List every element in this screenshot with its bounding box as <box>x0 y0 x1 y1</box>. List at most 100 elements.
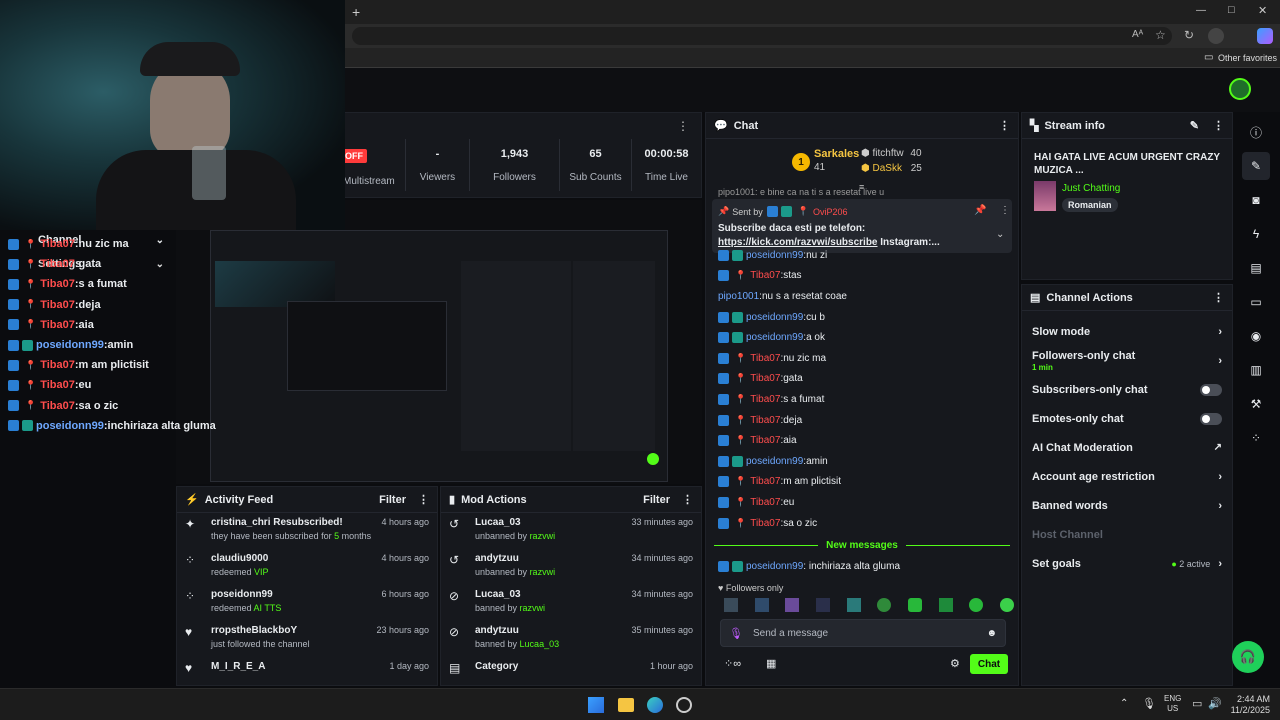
document-icon[interactable]: ▤ <box>1242 254 1270 282</box>
stream-info-more-icon[interactable]: ⋮ <box>1213 119 1224 132</box>
emote-4[interactable] <box>815 598 830 612</box>
emote-1[interactable] <box>724 598 738 612</box>
chat-username[interactable]: poseidonn99 <box>746 312 803 323</box>
network-icon[interactable]: ▭ <box>1192 697 1202 710</box>
mod-action-by[interactable]: Lucaa_03 <box>520 639 560 649</box>
mod-more-icon[interactable]: ⋮ <box>682 493 693 506</box>
channel-action-row[interactable]: Account age restriction › <box>1022 462 1232 491</box>
chat-username[interactable]: poseidonn99 <box>746 332 803 343</box>
activity-item[interactable]: ♥ rropstheBlackboY just followed the chann… <box>177 621 437 657</box>
activity-username[interactable]: rropstheBlackboY <box>211 625 297 636</box>
channel-action-row[interactable]: Subscribers-only chat <box>1022 375 1232 404</box>
chat-more-icon[interactable]: ⋮ <box>999 119 1010 132</box>
activity-username[interactable]: claudiu9000 <box>211 553 268 564</box>
emote-10[interactable] <box>999 598 1014 612</box>
tray-chevron-icon[interactable]: ⌃ <box>1120 698 1128 709</box>
camera-icon[interactable]: ◙ <box>1242 186 1270 214</box>
chat-username[interactable]: Tiba07 <box>750 435 780 446</box>
mod-action-item[interactable]: ⊘ andytzuu banned by Lucaa_03 35 minutes ag… <box>441 621 701 657</box>
activity-filter-button[interactable]: Filter <box>379 494 406 506</box>
chat-username[interactable]: pipo1001 <box>718 291 759 302</box>
category-name[interactable]: Just Chatting <box>1062 183 1120 194</box>
chat-username[interactable]: Tiba07 <box>750 497 780 508</box>
chat-username[interactable]: poseidonn99 <box>746 250 803 261</box>
chat-username[interactable]: Tiba07 <box>750 270 780 281</box>
mod-action-target[interactable]: andytzuu <box>475 553 631 564</box>
category-thumbnail[interactable] <box>1034 181 1056 211</box>
emoji-icon[interactable]: ☻ <box>986 628 997 639</box>
refresh-icon[interactable]: ↻ <box>1184 28 1194 42</box>
language-indicator[interactable]: ENG US <box>1164 694 1181 714</box>
channel-actions-more-icon[interactable]: ⋮ <box>1213 291 1224 304</box>
emote-9[interactable] <box>969 598 984 612</box>
clock[interactable]: 2:44 AM 11/2/2025 <box>1226 694 1270 716</box>
activity-item[interactable]: ✦ cristina_chri Resubscribed! they have be… <box>177 513 437 549</box>
emote-5[interactable] <box>846 598 861 612</box>
favorite-star-icon[interactable]: ☆ <box>1155 28 1166 42</box>
windows-start-icon[interactable] <box>588 697 604 713</box>
chat-username[interactable]: Tiba07 <box>750 353 780 364</box>
activity-more-icon[interactable]: ⋮ <box>418 493 429 506</box>
mod-action-by[interactable]: razvwi <box>530 531 556 541</box>
activity-username[interactable]: poseidonn99 <box>211 589 273 600</box>
read-aloud-icon[interactable]: Aᴬ <box>1132 29 1143 40</box>
kicks-icon[interactable]: ⁘∞ <box>724 657 741 670</box>
emote-3[interactable] <box>785 598 800 612</box>
mic-icon[interactable]: 🎙 <box>729 627 743 640</box>
new-messages-divider[interactable]: New messages <box>714 539 1010 551</box>
mod-action-target[interactable]: Lucaa_03 <box>475 589 631 600</box>
volume-icon[interactable]: 🔊 <box>1208 697 1222 710</box>
chevron-down-icon[interactable]: ⌄ <box>996 229 1004 240</box>
chat-username[interactable]: Tiba07 <box>750 394 780 405</box>
mod-action-target[interactable]: andytzuu <box>475 625 631 636</box>
file-explorer-icon[interactable] <box>618 698 634 712</box>
obs-icon[interactable] <box>676 697 692 713</box>
chat-username[interactable]: poseidonn99 <box>746 456 803 467</box>
mod-action-item[interactable]: ↺ Lucaa_03 unbanned by razvwi 33 minutes ag… <box>441 513 701 549</box>
gift-icon[interactable]: ▦ <box>766 657 776 670</box>
edit-pencil-icon[interactable]: ✎ <box>1190 119 1199 132</box>
copilot-icon[interactable] <box>1257 28 1273 44</box>
lightning-icon[interactable]: ϟ <box>1242 220 1270 248</box>
channel-action-row[interactable]: Set goals ● 2 active › <box>1022 549 1232 578</box>
chat-send-button[interactable]: Chat <box>970 654 1008 674</box>
wrench-icon[interactable]: ⚒ <box>1242 390 1270 418</box>
activity-item[interactable]: ♥ M_I_R_E_A 1 day ago <box>177 657 437 685</box>
apps-icon[interactable]: ⁘ <box>1242 424 1270 452</box>
chat-icon[interactable]: ▭ <box>1242 288 1270 316</box>
mod-action-target[interactable]: Category <box>475 661 650 672</box>
channel-action-row[interactable]: Banned words › <box>1022 491 1232 520</box>
chat-username[interactable]: Tiba07 <box>750 415 780 426</box>
pencil-icon[interactable]: ✎ <box>1242 152 1270 180</box>
activity-item[interactable]: ⁘ claudiu9000 redeemed VIP 4 hours ago <box>177 549 437 585</box>
pinned-more-icon[interactable]: ⋮ <box>1000 205 1010 216</box>
channel-action-row[interactable]: Emotes-only chat <box>1022 404 1232 433</box>
emote-6[interactable] <box>877 598 892 612</box>
broadcast-icon[interactable]: ◉ <box>1242 322 1270 350</box>
mic-tray-icon[interactable]: 🎙 <box>1142 697 1156 710</box>
info-icon[interactable]: ⓘ <box>1242 118 1270 146</box>
chat-settings-gear-icon[interactable]: ⚙ <box>950 657 960 670</box>
mod-action-target[interactable]: Lucaa_03 <box>475 517 631 528</box>
mod-filter-button[interactable]: Filter <box>643 494 670 506</box>
channel-action-row[interactable]: Followers-only chat 1 min › <box>1022 346 1232 375</box>
channel-action-row[interactable]: AI Chat Moderation ↗ <box>1022 433 1232 462</box>
new-tab-button[interactable]: + <box>352 4 360 20</box>
chat-username[interactable]: Tiba07 <box>750 476 780 487</box>
mod-action-item[interactable]: ↺ andytzuu unbanned by razvwi 34 minutes ag… <box>441 549 701 585</box>
stats-more-icon[interactable]: ⋮ <box>677 119 689 133</box>
mod-action-by[interactable]: razvwi <box>530 567 556 577</box>
activity-item[interactable]: ⁘ poseidonn99 redeemed AI TTS 6 hours ago <box>177 585 437 621</box>
minimize-button[interactable]: — <box>1196 5 1206 16</box>
emote-7[interactable] <box>907 598 922 612</box>
layout-icon[interactable]: ▥ <box>1242 356 1270 384</box>
close-window-button[interactable]: ✕ <box>1258 4 1267 17</box>
activity-username[interactable]: cristina_chri <box>211 517 270 528</box>
emote-2[interactable] <box>754 598 769 612</box>
toggle-switch[interactable] <box>1200 383 1222 396</box>
profile-avatar[interactable] <box>1208 28 1224 44</box>
other-favorites-link[interactable]: Other favorites <box>1218 53 1277 63</box>
multistream-label[interactable]: Multistream <box>343 176 395 187</box>
support-headset-icon[interactable]: 🎧 <box>1232 641 1264 673</box>
url-field[interactable] <box>352 27 1172 45</box>
